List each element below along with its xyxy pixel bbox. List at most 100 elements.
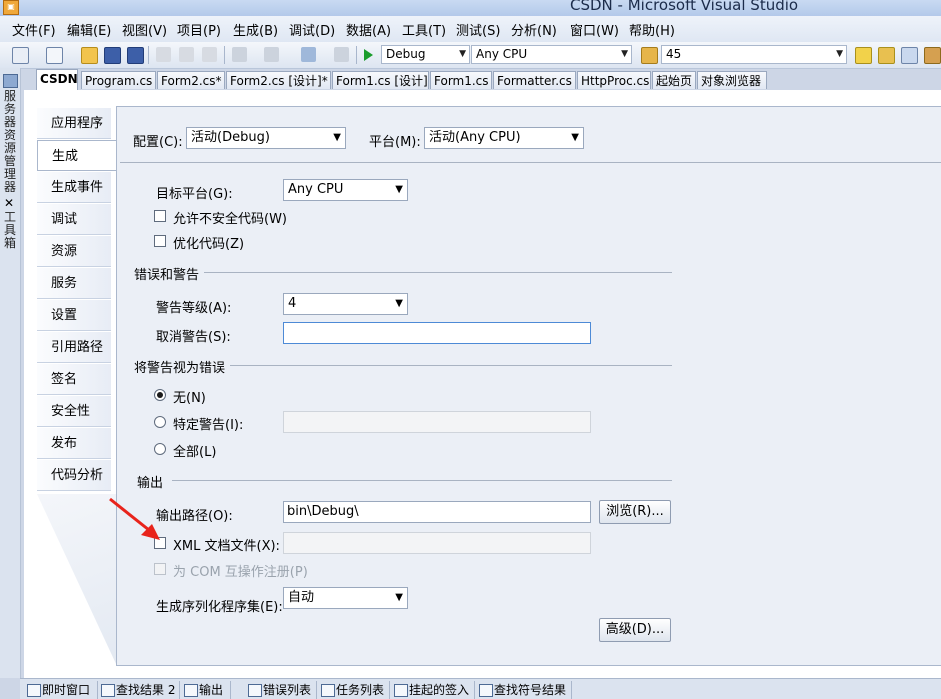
menu-test[interactable]: 测试(S) [456, 20, 500, 39]
config-label: 配置(C): [133, 135, 183, 150]
server-explorer-icon[interactable] [3, 74, 18, 88]
divider [172, 480, 672, 481]
menu-debug[interactable]: 调试(D) [289, 20, 335, 39]
side-tab-build[interactable]: 生成 [37, 140, 117, 171]
errors-section-title: 错误和警告 [134, 268, 200, 283]
tab-form1-cs[interactable]: Form1.cs [430, 71, 492, 89]
bottom-tool-tabs: 即时窗口 查找结果 2 输出 错误列表 任务列表 挂起的签入 查找符号结果 [20, 678, 941, 699]
tab-start-page[interactable]: 起始页 [652, 71, 696, 89]
suppress-warnings-input[interactable] [283, 322, 591, 344]
redo-icon[interactable] [264, 47, 279, 62]
tab-formatter-cs[interactable]: Formatter.cs [493, 71, 576, 89]
chevron-down-icon: ▼ [333, 132, 341, 143]
side-tab-application[interactable]: 应用程序 [37, 108, 111, 139]
menu-data[interactable]: 数据(A) [346, 20, 391, 39]
solution-config-combo[interactable]: Debug ▼ [381, 45, 470, 64]
tab-find-symbol-results[interactable]: 查找符号结果 [476, 681, 572, 699]
toolbox-tab[interactable]: 工具箱 [2, 211, 18, 251]
target-platform-select[interactable]: Any CPU ▼ [283, 179, 408, 201]
menu-file[interactable]: 文件(F) [12, 20, 56, 39]
paste-icon[interactable] [202, 47, 217, 62]
xml-doc-input[interactable] [283, 532, 591, 554]
side-tab-signing[interactable]: 签名 [37, 364, 111, 395]
menu-window[interactable]: 窗口(W) [570, 20, 619, 39]
navigate-backward-icon[interactable] [301, 47, 316, 62]
find-in-files-icon[interactable] [641, 47, 658, 64]
advanced-button[interactable]: 高级(D)... [599, 618, 671, 642]
tab-httpproc-cs[interactable]: HttpProc.cs [577, 71, 651, 89]
menu-analyze[interactable]: 分析(N) [511, 20, 557, 39]
undo-icon[interactable] [232, 47, 247, 62]
tab-csdn[interactable]: CSDN [36, 69, 78, 90]
tab-immediate-window[interactable]: 即时窗口 [24, 681, 98, 699]
output-path-input[interactable]: bin\Debug\ [283, 501, 591, 523]
save-icon[interactable] [104, 47, 121, 64]
allow-unsafe-checkbox[interactable] [154, 210, 166, 222]
menu-tools[interactable]: 工具(T) [402, 20, 446, 39]
config-select[interactable]: 活动(Debug) ▼ [186, 127, 346, 149]
tab-form2-cs[interactable]: Form2.cs* [157, 71, 225, 89]
warning-level-label: 警告等级(A): [156, 301, 232, 316]
side-tab-security[interactable]: 安全性 [37, 396, 111, 427]
tab-task-list[interactable]: 任务列表 [318, 681, 390, 699]
menu-build[interactable]: 生成(B) [233, 20, 278, 39]
menu-view[interactable]: 视图(V) [122, 20, 167, 39]
new-project-icon[interactable] [12, 47, 29, 64]
cut-icon[interactable] [156, 47, 171, 62]
menu-help[interactable]: 帮助(H) [629, 20, 675, 39]
side-tab-publish[interactable]: 发布 [37, 428, 111, 459]
solution-platform-combo[interactable]: Any CPU ▼ [471, 45, 632, 64]
side-tab-code-analysis[interactable]: 代码分析 [37, 460, 111, 491]
side-tab-build-events[interactable]: 生成事件 [37, 172, 111, 203]
menu-project[interactable]: 项目(P) [177, 20, 221, 39]
app-icon: ▣ [3, 0, 19, 15]
toolbar-separator [148, 46, 149, 64]
toolbox-icon[interactable] [924, 47, 941, 64]
allow-unsafe-label: 允许不安全代码(W) [173, 212, 287, 227]
tab-error-list[interactable]: 错误列表 [245, 681, 317, 699]
copy-icon[interactable] [179, 47, 194, 62]
platform-label: 平台(M): [369, 135, 421, 150]
annotation-arrow-icon [109, 497, 160, 540]
toolbar-separator [224, 46, 225, 64]
start-debugging-icon[interactable] [364, 49, 373, 61]
serialization-select[interactable]: 自动 ▼ [283, 587, 408, 609]
treat-none-radio[interactable] [154, 389, 166, 401]
properties-icon[interactable] [878, 47, 895, 64]
warning-level-select[interactable]: 4 ▼ [283, 293, 408, 315]
treat-all-radio[interactable] [154, 443, 166, 455]
side-tab-services[interactable]: 服务 [37, 268, 111, 299]
tab-find-results-2[interactable]: 查找结果 2 [98, 681, 180, 699]
pending-checkins-icon [394, 684, 408, 697]
toolbox-icon[interactable]: ✕ [4, 196, 14, 210]
tab-output[interactable]: 输出 [181, 681, 231, 699]
side-tab-debug[interactable]: 调试 [37, 204, 111, 235]
menu-edit[interactable]: 编辑(E) [67, 20, 111, 39]
tab-object-browser[interactable]: 对象浏览器 [697, 71, 767, 89]
tab-form2-design[interactable]: Form2.cs [设计]* [226, 71, 331, 89]
side-tab-reference-paths[interactable]: 引用路径 [37, 332, 111, 363]
side-tab-settings[interactable]: 设置 [37, 300, 111, 331]
navigate-forward-icon[interactable] [334, 47, 349, 62]
treat-specific-radio[interactable] [154, 416, 166, 428]
object-browser-icon[interactable] [901, 47, 918, 64]
title-bar: ▣ CSDN - Microsoft Visual Studio [0, 0, 941, 16]
com-register-checkbox [154, 563, 166, 575]
server-explorer-tab[interactable]: 服务器资源管理器 [2, 90, 18, 192]
platform-select[interactable]: 活动(Any CPU) ▼ [424, 127, 584, 149]
optimize-code-checkbox[interactable] [154, 235, 166, 247]
solution-explorer-icon[interactable] [855, 47, 872, 64]
treat-all-label: 全部(L) [173, 445, 217, 460]
browse-button[interactable]: 浏览(R)... [599, 500, 671, 524]
find-combo[interactable]: 45 ▼ [661, 45, 847, 64]
standard-toolbar: Debug ▼ Any CPU ▼ 45 ▼ [0, 42, 941, 69]
specific-warnings-input[interactable] [283, 411, 591, 433]
open-folder-icon[interactable] [81, 47, 98, 64]
side-tab-resources[interactable]: 资源 [37, 236, 111, 267]
tab-form1-design[interactable]: Form1.cs [设计] [332, 71, 429, 89]
add-item-icon[interactable] [46, 47, 63, 64]
treat-specific-label: 特定警告(I): [173, 418, 244, 433]
save-all-icon[interactable] [127, 47, 144, 64]
tab-program-cs[interactable]: Program.cs [81, 71, 156, 89]
tab-pending-checkins[interactable]: 挂起的签入 [391, 681, 475, 699]
